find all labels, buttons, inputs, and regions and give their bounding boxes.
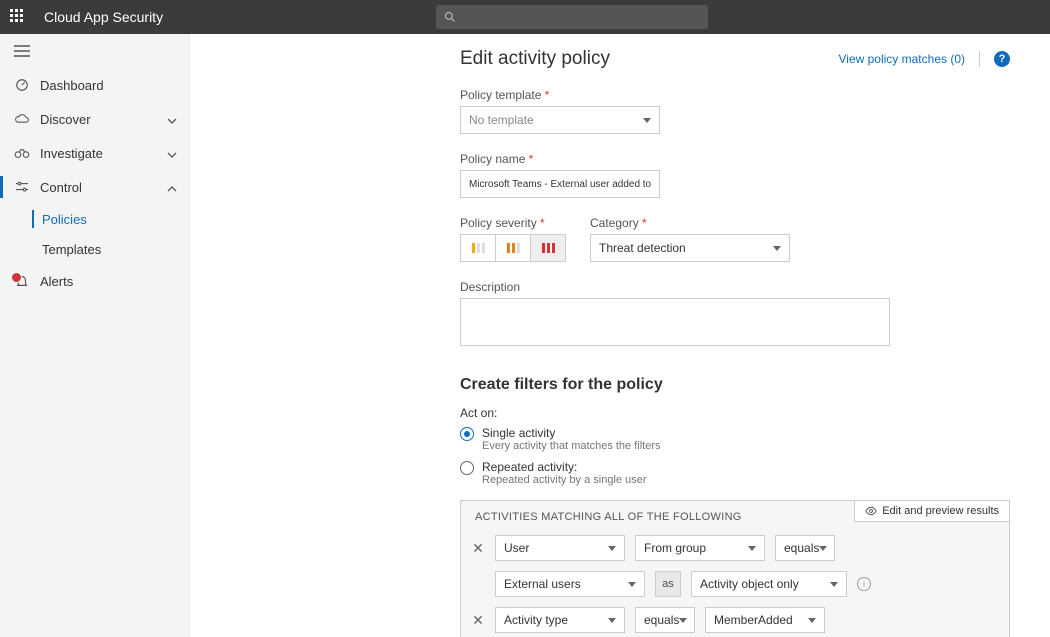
cloud-icon bbox=[14, 113, 30, 125]
sidebar-item-label: Alerts bbox=[40, 274, 73, 289]
sidebar-sub-templates[interactable]: Templates bbox=[0, 234, 189, 264]
chevron-down-icon bbox=[748, 546, 756, 551]
help-icon[interactable]: ? bbox=[994, 51, 1010, 67]
severity-low-button[interactable] bbox=[460, 234, 496, 262]
sidebar: Dashboard Discover Investigate Control P… bbox=[0, 34, 190, 637]
binoculars-icon bbox=[14, 147, 30, 159]
filter-row: ✕ Activity type equals MemberAdded bbox=[461, 605, 1009, 637]
chevron-down-icon bbox=[830, 582, 838, 587]
sidebar-item-label: Discover bbox=[40, 112, 91, 127]
chevron-up-icon bbox=[167, 180, 177, 195]
filter-op-select[interactable]: From group bbox=[635, 535, 765, 561]
sidebar-item-alerts[interactable]: Alerts bbox=[0, 264, 189, 298]
template-select[interactable]: No template bbox=[460, 106, 660, 134]
gauge-icon bbox=[14, 78, 30, 92]
single-activity-sublabel: Every activity that matches the filters bbox=[482, 440, 661, 452]
single-activity-label: Single activity bbox=[482, 426, 661, 440]
page-title: Edit activity policy bbox=[460, 48, 610, 70]
top-bar: Cloud App Security bbox=[0, 0, 1050, 34]
sidebar-item-label: Control bbox=[40, 180, 82, 195]
app-title: Cloud App Security bbox=[44, 9, 163, 25]
search-icon bbox=[444, 11, 456, 23]
repeated-activity-sublabel: Repeated activity by a single user bbox=[482, 474, 646, 486]
filter-scope-select[interactable]: Activity object only bbox=[691, 571, 847, 597]
hamburger-icon[interactable] bbox=[14, 45, 30, 57]
search-input[interactable] bbox=[436, 5, 708, 29]
template-label: Policy template bbox=[460, 88, 1010, 102]
sidebar-item-label: Templates bbox=[42, 242, 101, 257]
filter-panel-title: ACTIVITIES MATCHING ALL OF THE FOLLOWING bbox=[475, 511, 742, 523]
divider bbox=[979, 51, 980, 67]
bell-icon bbox=[14, 274, 30, 288]
chevron-down-icon bbox=[819, 546, 827, 551]
policy-name-input[interactable] bbox=[460, 170, 660, 198]
chevron-down-icon bbox=[628, 582, 636, 587]
filters-section-title: Create filters for the policy bbox=[460, 376, 1010, 394]
filter-cmp-select[interactable]: equals bbox=[775, 535, 835, 561]
acton-label: Act on: bbox=[460, 406, 1010, 420]
main-content: Edit activity policy View policy matches… bbox=[190, 34, 1050, 637]
single-activity-radio[interactable] bbox=[460, 427, 474, 441]
chevron-down-icon bbox=[608, 546, 616, 551]
repeated-activity-radio[interactable] bbox=[460, 461, 474, 475]
sidebar-sub-policies[interactable]: Policies bbox=[0, 204, 189, 234]
sidebar-item-discover[interactable]: Discover bbox=[0, 102, 189, 136]
filter-row-extra: External users as Activity object only i bbox=[461, 569, 1009, 605]
chevron-down-icon bbox=[167, 112, 177, 127]
sidebar-item-dashboard[interactable]: Dashboard bbox=[0, 68, 189, 102]
filter-panel: Edit and preview results ACTIVITIES MATC… bbox=[460, 500, 1010, 637]
remove-filter-button[interactable]: ✕ bbox=[471, 540, 485, 557]
repeated-activity-label: Repeated activity: bbox=[482, 460, 646, 474]
chevron-down-icon bbox=[167, 146, 177, 161]
filter-value-select[interactable]: MemberAdded bbox=[705, 607, 825, 633]
remove-filter-button[interactable]: ✕ bbox=[471, 612, 485, 629]
chevron-down-icon bbox=[643, 118, 651, 123]
severity-label: Policy severity bbox=[460, 216, 566, 230]
chevron-down-icon bbox=[608, 618, 616, 623]
sliders-icon bbox=[14, 181, 30, 193]
category-select[interactable]: Threat detection bbox=[590, 234, 790, 262]
sidebar-item-label: Investigate bbox=[40, 146, 103, 161]
view-matches-link[interactable]: View policy matches (0) bbox=[839, 52, 966, 66]
app-launcher-icon[interactable] bbox=[10, 9, 26, 25]
name-label: Policy name bbox=[460, 152, 1010, 166]
as-label: as bbox=[655, 571, 681, 597]
filter-value-select[interactable]: External users bbox=[495, 571, 645, 597]
eye-icon bbox=[865, 506, 877, 516]
edit-preview-button[interactable]: Edit and preview results bbox=[854, 500, 1010, 522]
chevron-down-icon bbox=[679, 618, 687, 623]
description-input[interactable] bbox=[460, 298, 890, 346]
filter-cmp-select[interactable]: equals bbox=[635, 607, 695, 633]
description-label: Description bbox=[460, 280, 1010, 294]
info-icon[interactable]: i bbox=[857, 577, 871, 591]
sidebar-item-label: Dashboard bbox=[40, 78, 104, 93]
filter-row: ✕ User From group equals bbox=[461, 533, 1009, 569]
chevron-down-icon bbox=[773, 246, 781, 251]
severity-group bbox=[460, 234, 566, 262]
filter-field-select[interactable]: Activity type bbox=[495, 607, 625, 633]
filter-field-select[interactable]: User bbox=[495, 535, 625, 561]
chevron-down-icon bbox=[808, 618, 816, 623]
severity-high-button[interactable] bbox=[530, 234, 566, 262]
category-label: Category bbox=[590, 216, 790, 230]
sidebar-item-investigate[interactable]: Investigate bbox=[0, 136, 189, 170]
severity-medium-button[interactable] bbox=[495, 234, 531, 262]
sidebar-item-label: Policies bbox=[42, 212, 87, 227]
sidebar-item-control[interactable]: Control bbox=[0, 170, 189, 204]
